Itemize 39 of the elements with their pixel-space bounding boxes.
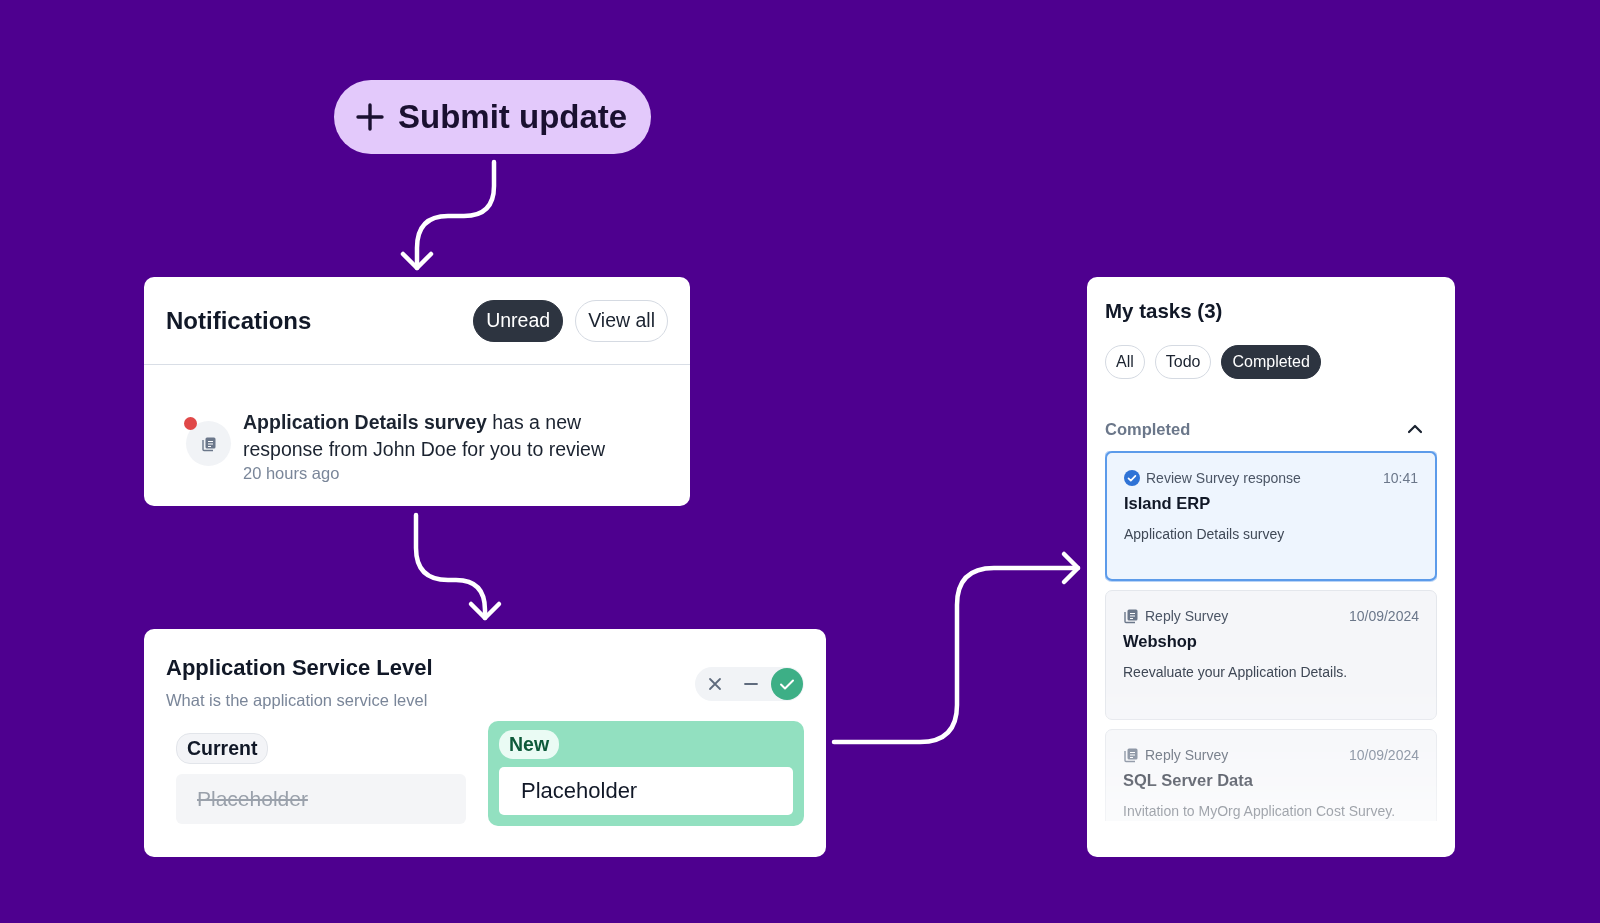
submit-update-button[interactable]: Submit update: [334, 80, 652, 154]
task-time: 10/09/2024: [1348, 747, 1419, 763]
task-title: Webshop: [1123, 632, 1198, 651]
task-type: Review Survey response: [1146, 470, 1301, 486]
check-circle-icon: [1124, 470, 1140, 486]
close-icon: [706, 675, 724, 693]
new-tag: New: [499, 730, 560, 759]
plus-icon: [356, 103, 384, 131]
input-field[interactable]: Placeholder: [499, 767, 793, 815]
filter-tab[interactable]: Todo: [1154, 345, 1212, 379]
filter-tab[interactable]: Unread: [473, 299, 564, 342]
task-type: Reply Survey: [1145, 608, 1229, 624]
current-tag: Current: [176, 733, 269, 764]
card-title: Application Service Level: [166, 655, 433, 681]
task-card[interactable]: Review Survey response 10:41 Island ERP Application Details survey: [1105, 451, 1437, 581]
task-card[interactable]: Reply Survey 10/09/2024 Webshop Reevaluate your Application Details.: [1105, 590, 1437, 720]
choice-option[interactable]: [771, 668, 803, 700]
filter-tab[interactable]: View all: [575, 299, 668, 342]
card-title: My tasks (3): [1105, 299, 1224, 323]
card-title: Notifications: [166, 306, 312, 335]
card-subtitle: What is the application service level: [166, 691, 429, 710]
notification-message: Application Details survey has a new response from John Doe for you to review: [243, 410, 606, 462]
task-description: Reevaluate your Application Details.: [1123, 664, 1349, 680]
filter-tab[interactable]: Completed: [1221, 345, 1321, 379]
task-title: SQL Server Data: [1123, 771, 1254, 790]
task-title: Island ERP: [1124, 494, 1212, 513]
section-title: Completed: [1105, 419, 1191, 439]
task-description: Application Details survey: [1124, 526, 1286, 542]
task-description: Invitation to MyOrg Application Cost Survey.: [1123, 803, 1397, 819]
task-type: Reply Survey: [1145, 747, 1229, 763]
filter-tab[interactable]: All: [1105, 345, 1145, 379]
document-icon: [1123, 747, 1139, 763]
document-icon: [1123, 608, 1139, 624]
task-time: 10/09/2024: [1348, 608, 1419, 624]
minus-icon: [744, 683, 758, 685]
chevron-icon: [1407, 424, 1423, 434]
task-time: 10:41: [1382, 470, 1418, 486]
notification-time: 20 hours ago: [243, 464, 341, 483]
document-icon: [200, 435, 217, 452]
